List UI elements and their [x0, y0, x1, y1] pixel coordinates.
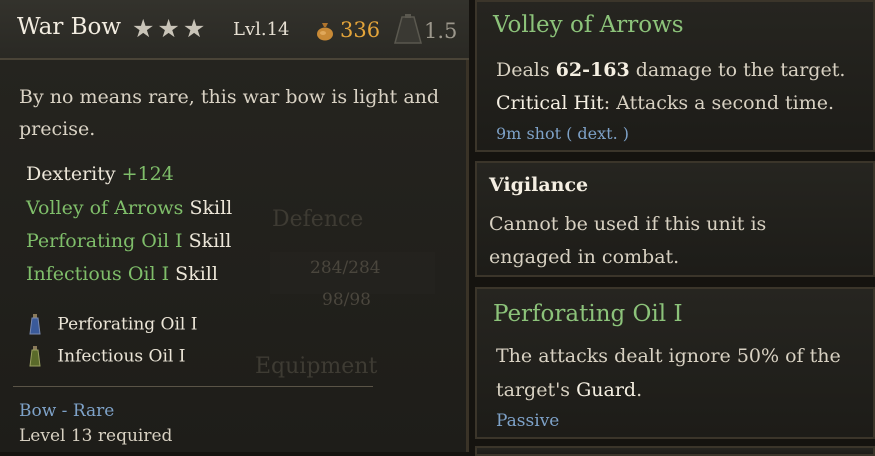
attribute-name: Dexterity: [26, 163, 116, 185]
skill-suffix: Skill: [189, 197, 233, 219]
crit-label: Critical Hit: [496, 92, 604, 114]
item-header: War Bow ★★★ Lvl.14 336 1.5: [0, 0, 469, 60]
skill-line-volley[interactable]: Volley of Arrows Skill: [26, 197, 232, 219]
skill-title: Volley of Arrows: [493, 12, 684, 38]
oil-name: Perforating Oil I: [57, 314, 198, 335]
skill-tooltip-vigilance: Vigilance Cannot be used if this unit is…: [475, 161, 875, 277]
oil-name: Infectious Oil I: [57, 346, 186, 367]
item-weight: 1.5: [424, 19, 458, 43]
skill-desc-line1: Cannot be used if this unit is: [489, 213, 767, 235]
skill-desc-line2: target's Guard.: [496, 379, 642, 401]
ghost-equipment-label: Equipment: [255, 354, 378, 379]
item-tooltip-panel: War Bow ★★★ Lvl.14 336 1.5 By no means r…: [0, 0, 469, 452]
divider: [13, 386, 373, 387]
skill-damage-line: Deals 62-163 damage to the target.: [496, 59, 845, 81]
item-description: By no means rare, this war bow is light …: [19, 86, 440, 140]
text: : Attacks a second time.: [603, 92, 835, 114]
next-card-edge: [475, 446, 875, 456]
oil-item-infectious: Infectious Oil I: [28, 346, 185, 368]
skill-desc-line1: The attacks dealt ignore 50% of the: [496, 345, 841, 367]
weight-icon: [394, 14, 422, 44]
ghost-hp: 284/284: [310, 258, 381, 278]
skill-line-perforating[interactable]: Perforating Oil I Skill: [26, 230, 231, 252]
skill-tooltip-perforating: Perforating Oil I The attacks dealt igno…: [475, 287, 875, 439]
skill-suffix: Skill: [188, 230, 232, 252]
ghost-defence-label: Defence: [272, 207, 364, 232]
item-level: Lvl.14: [233, 19, 290, 40]
attribute-value: +124: [121, 163, 174, 185]
money-bag-icon: [317, 23, 333, 41]
skill-type: Passive: [496, 411, 560, 431]
skill-name: Infectious Oil I: [26, 263, 170, 285]
blue-oil-bottle-icon: [29, 314, 41, 335]
text: target's: [496, 379, 577, 401]
green-oil-bottle-icon: [29, 346, 41, 367]
skill-name: Perforating Oil I: [26, 230, 183, 252]
ghost-armor: 98/98: [322, 290, 371, 310]
oil-item-perforating: Perforating Oil I: [28, 314, 198, 336]
skill-line-infectious[interactable]: Infectious Oil I Skill: [26, 263, 218, 285]
skill-range: 9m shot ( dext. ): [496, 124, 630, 143]
guard-keyword: Guard: [576, 379, 637, 401]
skill-suffix: Skill: [175, 263, 218, 285]
skill-title: Perforating Oil I: [493, 301, 683, 327]
text: Deals: [496, 59, 556, 81]
item-name: War Bow: [17, 14, 122, 40]
skill-title: Vigilance: [489, 174, 589, 196]
text: .: [636, 379, 643, 401]
item-price: 336: [340, 18, 381, 42]
skill-crit-line: Critical Hit: Attacks a second time.: [496, 92, 834, 114]
item-type-rarity: Bow - Rare: [19, 401, 115, 421]
skill-name: Volley of Arrows: [26, 197, 184, 219]
text: damage to the target.: [629, 59, 846, 81]
rarity-stars: ★★★: [132, 14, 209, 43]
level-requirement: Level 13 required: [19, 426, 173, 446]
damage-value: 62-163: [555, 59, 630, 81]
skill-tooltip-volley: Volley of Arrows Deals 62-163 damage to …: [475, 0, 875, 152]
attribute-bonus: Dexterity +124: [26, 163, 174, 185]
skill-desc-line2: engaged in combat.: [489, 246, 680, 268]
